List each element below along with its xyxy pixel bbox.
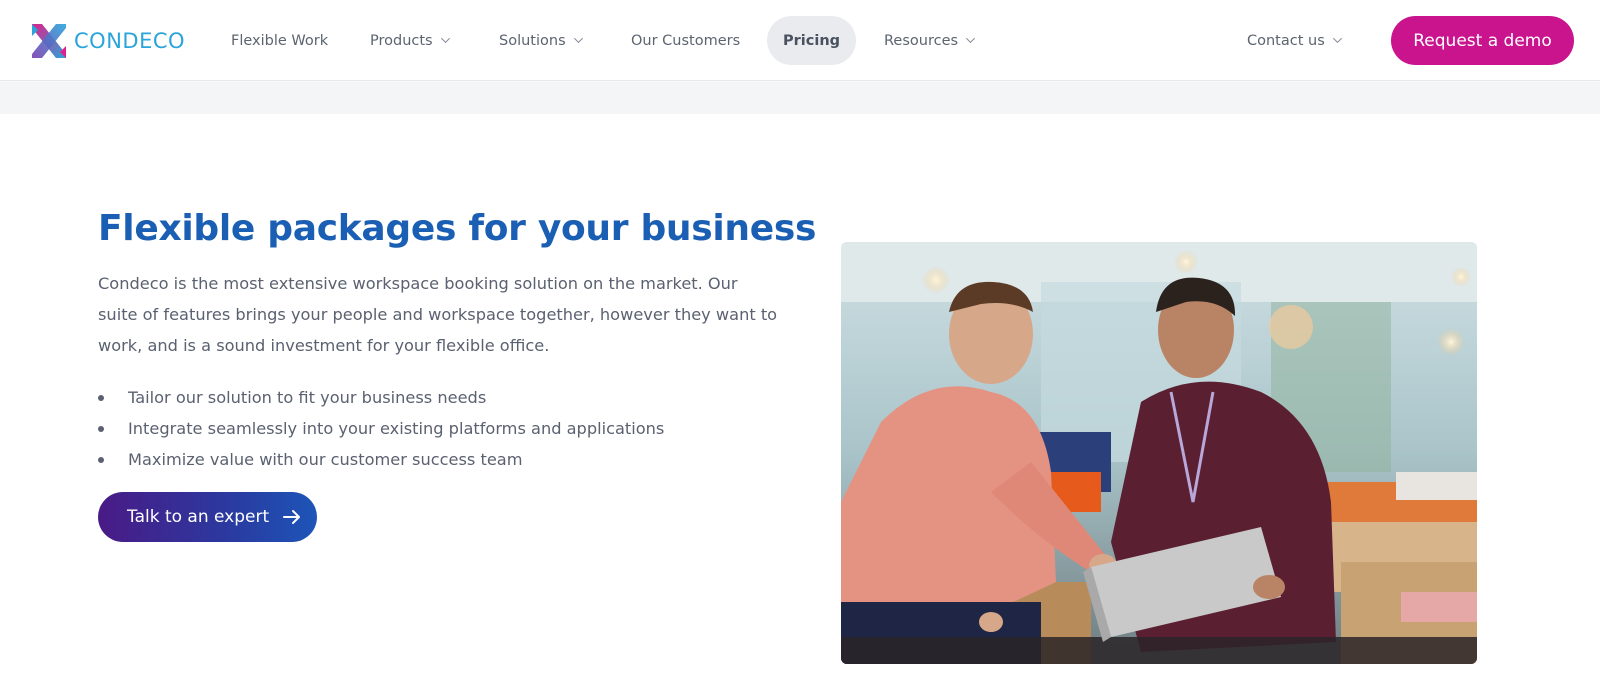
nav-products[interactable]: Products: [370, 16, 451, 65]
nav-products-label: Products: [370, 32, 433, 49]
list-item: Maximize value with our customer success…: [98, 444, 664, 475]
list-item-text: Maximize value with our customer success…: [128, 450, 523, 469]
office-scene-illustration: [841, 242, 1477, 664]
intro-paragraph: Condeco is the most extensive workspace …: [98, 274, 778, 355]
talk-to-expert-label: Talk to an expert: [127, 507, 270, 527]
nav-contact-us-label: Contact us: [1247, 32, 1325, 49]
list-item-text: Integrate seamlessly into your existing …: [128, 419, 665, 438]
chevron-down-icon: [1332, 37, 1342, 44]
request-demo-label: Request a demo: [1413, 30, 1552, 51]
bullet-dot: [98, 395, 104, 401]
nav-pricing[interactable]: Pricing: [767, 16, 857, 65]
chevron-down-icon: [966, 37, 976, 44]
chevron-down-icon: [440, 37, 450, 44]
nav-flexible-work-label: Flexible Work: [231, 32, 329, 49]
nav-solutions[interactable]: Solutions: [499, 16, 584, 65]
hero-photo: [841, 242, 1477, 664]
bullet-dot: [98, 457, 104, 463]
page-title: Flexible packages for your business: [98, 208, 817, 249]
list-item: Tailor our solution to fit your business…: [98, 382, 664, 413]
nav-pricing-label: Pricing: [783, 32, 841, 49]
nav-solutions-label: Solutions: [499, 32, 566, 49]
nav-contact-us[interactable]: Contact us: [1247, 16, 1343, 65]
talk-to-expert-button[interactable]: Talk to an expert: [98, 492, 317, 542]
header-spacer-band: [0, 82, 1600, 114]
nav-resources-label: Resources: [884, 32, 959, 49]
main-nav: Flexible Work Products Solutions Our Cus…: [0, 16, 1600, 65]
site-header: CONDECO Flexible Work Products Solutions…: [0, 0, 1600, 81]
nav-our-customers-label: Our Customers: [631, 32, 741, 49]
arrow-right-icon: [283, 510, 301, 524]
list-item: Integrate seamlessly into your existing …: [98, 413, 664, 444]
list-item-text: Tailor our solution to fit your business…: [128, 388, 487, 407]
feature-list: Tailor our solution to fit your business…: [98, 382, 664, 475]
nav-resources[interactable]: Resources: [884, 16, 976, 65]
nav-our-customers[interactable]: Our Customers: [631, 16, 740, 65]
request-demo-button[interactable]: Request a demo: [1391, 16, 1574, 65]
chevron-down-icon: [573, 37, 583, 44]
bullet-dot: [98, 426, 104, 432]
nav-flexible-work[interactable]: Flexible Work: [231, 16, 328, 65]
